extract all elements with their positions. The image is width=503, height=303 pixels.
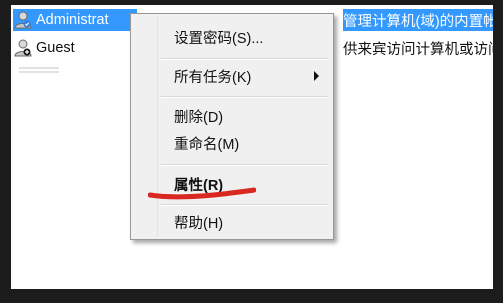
window-frame-right (493, 0, 503, 303)
red-annotation-underline (148, 187, 256, 200)
menu-item-set-password[interactable]: 设置密码(S)... (133, 24, 329, 50)
window-frame-bottom (0, 289, 503, 303)
context-menu: 设置密码(S)... 所有任务(K) 删除(D) 重命名(M) 属性(R) 帮助… (130, 13, 334, 240)
user-name-label: Guest (36, 40, 75, 56)
menu-separator (161, 58, 329, 60)
menu-item-all-tasks[interactable]: 所有任务(K) (133, 63, 329, 89)
user-icon (14, 39, 32, 57)
user-name-cell[interactable]: Administrat (13, 9, 137, 31)
menu-item-label: 帮助(H) (174, 215, 224, 232)
menu-item-help[interactable]: 帮助(H) (133, 209, 329, 235)
window-frame-left (0, 0, 11, 303)
menu-item-label: 删除(D) (174, 109, 224, 126)
menu-separator (161, 204, 329, 206)
submenu-arrow-icon (314, 71, 319, 81)
user-name-label: Administrat (36, 12, 109, 28)
menu-item-label: 设置密码(S)... (174, 30, 264, 47)
menu-item-label: 所有任务(K) (174, 69, 252, 86)
menu-item-rename[interactable]: 重命名(M) (133, 130, 329, 156)
user-name-cell[interactable]: Guest (13, 37, 137, 59)
user-description-cell: 管理计算机(域)的内置帐 (343, 9, 493, 31)
menu-item-delete[interactable]: 删除(D) (133, 103, 329, 129)
menu-separator (161, 164, 329, 166)
menu-item-label: 重命名(M) (174, 136, 240, 153)
menu-separator (161, 96, 329, 98)
user-icon (14, 11, 32, 29)
faint-list-row (19, 67, 59, 73)
user-description-cell: 供来宾访问计算机或访问 (343, 41, 493, 58)
